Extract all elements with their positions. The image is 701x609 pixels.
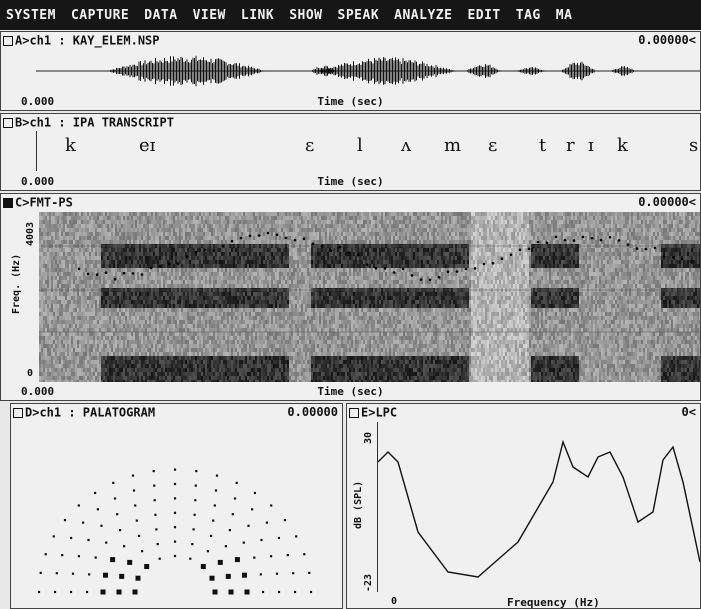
panel-header: D>ch1 : PALATOGRAM 0.00000 [11, 404, 342, 420]
phoneme: s [689, 135, 699, 156]
phoneme: k [65, 135, 76, 156]
frequency-start-tick: 0 [391, 596, 398, 607]
panel-cursor-value: 0.00000< [638, 195, 696, 209]
palatogram-panel[interactable]: D>ch1 : PALATOGRAM 0.00000 [10, 403, 343, 609]
phoneme: ɛ [488, 135, 498, 156]
panel-cursor-value: 0.00000< [638, 33, 696, 47]
palatogram-plot[interactable] [15, 422, 338, 606]
frequency-axis-label: Frequency (Hz) [507, 596, 600, 609]
time-axis-label: Time (sec) [317, 95, 384, 108]
db-axis-label: dB (SPL) [353, 480, 364, 529]
spectrogram-graphic [39, 212, 700, 382]
time-axis-label: Time (sec) [317, 385, 384, 398]
db-max-tick: 30 [363, 431, 374, 444]
db-min-tick: -23 [363, 573, 374, 592]
menu-speak[interactable]: SPEAK [332, 8, 389, 23]
transcript-track[interactable]: k eɪ ɛ l ʌ m ɛ t r ɪ k s [36, 131, 700, 171]
panel-select-box[interactable] [349, 407, 359, 418]
menu-edit[interactable]: EDIT [461, 8, 509, 23]
time-axis: 0.000 Time (sec) [1, 385, 700, 399]
frequency-max-tick: 4003 [25, 221, 36, 246]
panel-cursor-value: 0< [681, 405, 696, 419]
panel-header: A>ch1 : KAY_ELEM.NSP 0.00000< [1, 32, 700, 48]
menu-analyze[interactable]: ANALYZE [388, 8, 461, 23]
spectrogram-panel[interactable]: C>FMT-PS 0.00000< Freq. (Hz) 4003 0 0.00… [0, 193, 701, 401]
menu-data[interactable]: DATA [138, 8, 186, 23]
menu-show[interactable]: SHOW [283, 8, 331, 23]
menu-more[interactable]: MA [550, 8, 582, 23]
palatogram-graphic [37, 468, 313, 595]
panel-header: C>FMT-PS 0.00000< [1, 194, 700, 210]
menu-bar: SYSTEM CAPTURE DATA VIEW LINK SHOW SPEAK… [0, 0, 701, 30]
phoneme: t [539, 135, 547, 156]
panel-cursor-value: 0.00000 [287, 405, 338, 419]
menu-tag[interactable]: TAG [510, 8, 550, 23]
panel-header: B>ch1 : IPA TRANSCRIPT [1, 114, 700, 130]
phoneme: ɛ [305, 135, 315, 156]
time-axis: 0.000 Time (sec) [1, 175, 700, 189]
phoneme: l [357, 135, 363, 156]
time-start: 0.000 [21, 385, 55, 398]
menu-view[interactable]: VIEW [187, 8, 235, 23]
menu-link[interactable]: LINK [235, 8, 283, 23]
panel-header: E>LPC 0< [347, 404, 700, 420]
panel-title: E>LPC [361, 405, 398, 420]
time-start: 0.000 [21, 175, 55, 188]
frequency-axis-label: Freq. (Hz) [11, 253, 22, 314]
panel-select-box[interactable] [13, 407, 23, 418]
panel-select-box[interactable] [3, 35, 13, 46]
time-start: 0.000 [21, 95, 55, 108]
panel-title: C>FMT-PS [15, 195, 73, 210]
spectrogram-plot[interactable] [39, 212, 700, 382]
panel-select-box[interactable] [3, 197, 13, 208]
panel-select-box[interactable] [3, 117, 13, 128]
phoneme: r [566, 135, 575, 156]
phoneme: k [617, 135, 628, 156]
waveform-graphic [36, 55, 700, 87]
panel-title: B>ch1 : IPA TRANSCRIPT [15, 115, 174, 130]
lpc-curve-graphic [378, 439, 700, 578]
phoneme: eɪ [139, 135, 156, 156]
lpc-plot[interactable] [377, 422, 700, 592]
transcript-panel[interactable]: B>ch1 : IPA TRANSCRIPT k eɪ ɛ l ʌ m ɛ t … [0, 113, 701, 191]
menu-system[interactable]: SYSTEM [0, 8, 65, 23]
lpc-panel[interactable]: E>LPC 0< dB (SPL) 30 -23 0 Frequency (Hz… [346, 403, 701, 609]
waveform-plot[interactable] [36, 49, 700, 93]
phoneme: m [444, 135, 462, 156]
panel-title: A>ch1 : KAY_ELEM.NSP [15, 33, 160, 48]
phoneme: ʌ [401, 135, 412, 156]
time-axis: 0.000 Time (sec) [1, 95, 700, 109]
phoneme: ɪ [588, 135, 594, 156]
panel-title: D>ch1 : PALATOGRAM [25, 405, 156, 420]
menu-capture[interactable]: CAPTURE [65, 8, 138, 23]
frequency-min-tick: 0 [27, 368, 34, 379]
waveform-panel[interactable]: A>ch1 : KAY_ELEM.NSP 0.00000< 0.000 Time… [0, 31, 701, 111]
time-axis-label: Time (sec) [317, 175, 384, 188]
